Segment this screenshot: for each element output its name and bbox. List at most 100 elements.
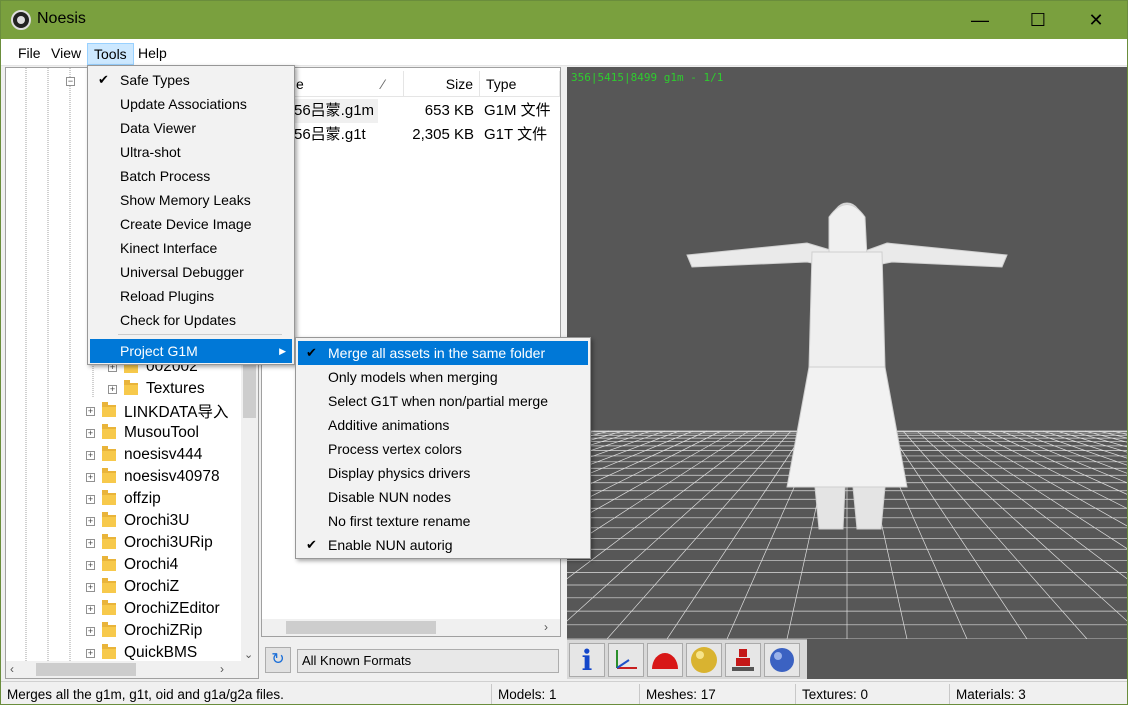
maximize-button[interactable]: ☐: [1009, 1, 1067, 39]
tools-menu-item[interactable]: Update Associations: [90, 92, 292, 116]
expand-icon[interactable]: +: [86, 472, 95, 482]
tools-menu-item[interactable]: Create Device Image: [90, 212, 292, 236]
file-row[interactable]: 56吕蒙.g1t 2,305 KB G1T 文件: [262, 123, 560, 147]
chevron-right-icon[interactable]: ›: [544, 620, 548, 634]
expand-icon[interactable]: +: [86, 406, 95, 416]
tree-item[interactable]: + noesisv40978: [86, 466, 220, 488]
folder-icon: [102, 512, 116, 527]
g1m-menu-item[interactable]: ✔ Merge all assets in the same folder: [298, 341, 588, 365]
tree-item[interactable]: + LINKDATA导入: [86, 400, 229, 422]
tools-menu-item[interactable]: Show Memory Leaks: [90, 188, 292, 212]
file-size: 2,305 KB: [412, 126, 474, 143]
format-filter-select[interactable]: All Known Formats: [297, 649, 559, 673]
expand-icon[interactable]: +: [86, 450, 95, 460]
red-robot-icon[interactable]: [725, 643, 761, 677]
g1m-menu-item[interactable]: Display physics drivers: [298, 461, 588, 485]
close-button[interactable]: ✕: [1067, 1, 1125, 39]
title-bar[interactable]: Noesis — ☐ ✕: [1, 1, 1127, 39]
menu-file[interactable]: File: [12, 43, 47, 65]
menu-item-label: Update Associations: [120, 96, 247, 112]
tree-item[interactable]: + OrochiZ: [86, 576, 179, 598]
expand-icon[interactable]: +: [86, 582, 95, 592]
tree-item[interactable]: + noesisv444: [86, 444, 202, 466]
tools-menu-item[interactable]: Data Viewer: [90, 116, 292, 140]
file-row[interactable]: 56吕蒙.g1m 653 KB G1M 文件: [262, 99, 560, 123]
file-size: 653 KB: [424, 102, 474, 119]
menu-item-label: Process vertex colors: [328, 441, 462, 457]
expand-icon[interactable]: +: [86, 428, 95, 438]
tree-item-label: OrochiZRip: [124, 622, 203, 639]
folder-icon: [102, 600, 116, 615]
menu-item-label: Reload Plugins: [120, 288, 215, 304]
folder-icon: [102, 446, 116, 461]
tree-item[interactable]: + Orochi3URip: [86, 532, 213, 554]
expand-icon[interactable]: +: [86, 516, 95, 526]
window-title: Noesis: [37, 10, 86, 27]
tree-horizontal-scrollbar[interactable]: ‹ ›: [6, 661, 242, 678]
tools-menu-item[interactable]: Ultra-shot: [90, 140, 292, 164]
menu-tools[interactable]: Tools: [87, 43, 134, 65]
menu-item-project-g1m[interactable]: Project G1M ▶: [90, 339, 292, 363]
tree-item-label: Textures: [146, 380, 205, 397]
gold-sphere-icon[interactable]: [686, 643, 722, 677]
column-header-type[interactable]: Type: [480, 71, 560, 97]
expand-icon[interactable]: +: [86, 648, 95, 658]
tools-menu-item[interactable]: Reload Plugins: [90, 284, 292, 308]
blue-sphere-icon[interactable]: [764, 643, 800, 677]
tree-item[interactable]: + Textures: [108, 378, 205, 400]
refresh-icon[interactable]: ↻: [265, 647, 291, 673]
minimize-button[interactable]: —: [951, 1, 1009, 39]
g1m-menu-item[interactable]: Disable NUN nodes: [298, 485, 588, 509]
expand-icon[interactable]: +: [86, 538, 95, 548]
tree-item[interactable]: + MusouTool: [86, 422, 199, 444]
tools-menu-item[interactable]: Kinect Interface: [90, 236, 292, 260]
folder-icon: [102, 424, 116, 439]
column-header-name[interactable]: e ⁄: [290, 71, 404, 97]
expand-icon[interactable]: +: [108, 384, 117, 394]
expand-icon[interactable]: +: [86, 604, 95, 614]
chevron-right-icon[interactable]: ›: [220, 662, 224, 676]
g1m-menu-item[interactable]: Additive animations: [298, 413, 588, 437]
expand-icon[interactable]: +: [86, 494, 95, 504]
tree-expander-top[interactable]: −: [66, 70, 82, 92]
menu-item-label: Show Memory Leaks: [120, 192, 251, 208]
chevron-left-icon[interactable]: ‹: [10, 662, 14, 676]
red-dome-icon[interactable]: [647, 643, 683, 677]
column-header-size[interactable]: Size: [404, 71, 480, 97]
menu-item-label: Batch Process: [120, 168, 211, 184]
expand-icon[interactable]: +: [86, 626, 95, 636]
tree-vscroll-thumb[interactable]: [243, 358, 256, 418]
chevron-down-icon[interactable]: ⌄: [244, 648, 253, 661]
file-name: 56吕蒙.g1m: [290, 99, 379, 123]
tree-item-label: QuickBMS: [124, 644, 198, 661]
tree-item[interactable]: + OrochiZEditor: [86, 598, 220, 620]
g1m-menu-item[interactable]: Process vertex colors: [298, 437, 588, 461]
tools-menu-item[interactable]: Batch Process: [90, 164, 292, 188]
tree-item[interactable]: + Orochi4: [86, 554, 178, 576]
expand-icon[interactable]: +: [86, 560, 95, 570]
g1m-menu-item[interactable]: No first texture rename: [298, 509, 588, 533]
menu-help[interactable]: Help: [132, 43, 173, 65]
menu-view[interactable]: View: [45, 43, 87, 65]
tools-menu-item[interactable]: ✔ Safe Types: [90, 68, 292, 92]
g1m-menu-item[interactable]: Only models when merging: [298, 365, 588, 389]
tree-hscroll-thumb[interactable]: [36, 663, 136, 676]
tools-menu-item[interactable]: Check for Updates: [90, 308, 292, 332]
folder-icon: [102, 468, 116, 483]
g1m-menu-item[interactable]: Select G1T when non/partial merge: [298, 389, 588, 413]
menu-item-label: Display physics drivers: [328, 465, 471, 481]
menu-separator: [118, 334, 282, 335]
tree-item-label: noesisv40978: [124, 468, 220, 485]
tools-menu-item[interactable]: Universal Debugger: [90, 260, 292, 284]
file-hscroll-thumb[interactable]: [286, 621, 436, 634]
tree-item[interactable]: + Orochi3U: [86, 510, 189, 532]
menu-item-label: Create Device Image: [120, 216, 252, 232]
menu-item-label: Check for Updates: [120, 312, 236, 328]
info-icon[interactable]: i: [569, 643, 605, 677]
axes-icon[interactable]: [608, 643, 644, 677]
file-list-horizontal-scrollbar[interactable]: ›: [262, 619, 560, 636]
tree-item[interactable]: + offzip: [86, 488, 161, 510]
tree-item[interactable]: + OrochiZRip: [86, 620, 202, 642]
g1m-menu-item[interactable]: ✔ Enable NUN autorig: [298, 533, 588, 557]
3d-viewport[interactable]: 356|5415|8499 g1m - 1/1 i: [567, 67, 1127, 679]
